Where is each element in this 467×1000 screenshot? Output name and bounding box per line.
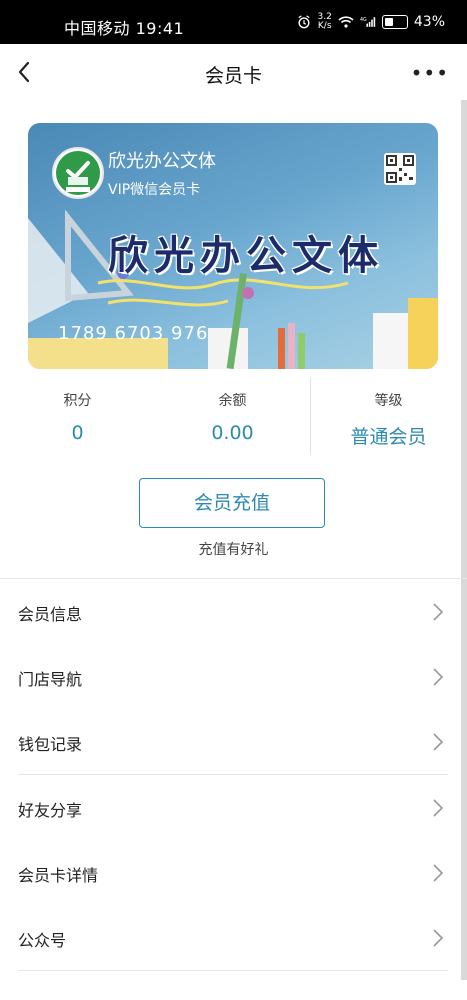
wifi-icon [338, 16, 354, 28]
member-stats: 积分 0 余额 0.00 等级 普通会员 [0, 378, 467, 458]
menu-item-label: 门店导航 [18, 670, 83, 689]
nav-bar: 会员卡 ••• [0, 44, 467, 100]
recharge-note: 充值有好礼 [198, 542, 269, 558]
card-type: VIP微信会员卡 [108, 182, 201, 198]
stat-balance-value: 0.00 [211, 422, 254, 444]
carrier-time: 中国移动 19:41 [64, 19, 185, 38]
stat-points-label: 积分 [63, 393, 92, 409]
stat-level-label: 等级 [374, 393, 403, 409]
recharge-button[interactable]: 会员充值 [139, 478, 325, 528]
chevron-right-icon [433, 929, 444, 947]
stat-points[interactable]: 积分 0 [0, 378, 155, 444]
menu-divider [18, 774, 448, 775]
battery-percent: 43% [413, 14, 445, 30]
card-number: 1789 6703 976 [58, 323, 209, 344]
chevron-right-icon [433, 864, 444, 882]
alarm-icon [297, 15, 310, 29]
card-banner-text: 欣光办公文体 [108, 232, 384, 279]
menu-item-official-account[interactable]: 公众号 [18, 906, 448, 970]
member-card[interactable]: 欣光办公文体 VIP微信会员卡 欣光办公文体 1789 6703 976 [28, 123, 438, 369]
speed-unit: K/s [317, 21, 332, 31]
page-title: 会员卡 [204, 65, 262, 87]
chevron-right-icon [433, 733, 444, 751]
status-icons: 3.2 K/s 4G 43% [296, 13, 445, 31]
menu-item-label: 会员信息 [18, 605, 83, 624]
shop-logo [52, 147, 104, 199]
menu-item-member-info[interactable]: 会员信息 [18, 580, 448, 644]
chevron-right-icon [433, 668, 444, 686]
stat-balance[interactable]: 余额 0.00 [155, 378, 310, 444]
stat-points-value: 0 [71, 422, 84, 444]
menu-item-label: 好友分享 [18, 801, 83, 820]
qr-code-icon[interactable] [384, 153, 416, 185]
chevron-right-icon [433, 799, 444, 817]
stat-balance-label: 余额 [218, 393, 247, 409]
chevron-right-icon [433, 603, 444, 621]
menu-item-store-navigation[interactable]: 门店导航 [18, 645, 448, 709]
section-divider [0, 578, 467, 579]
menu-item-card-details[interactable]: 会员卡详情 [18, 841, 448, 905]
status-bar: 中国移动 19:41 3.2 K/s 4G 43% [0, 0, 467, 44]
menu-item-label: 会员卡详情 [18, 866, 99, 885]
stat-level-value: 普通会员 [350, 426, 427, 448]
shop-name: 欣光办公文体 [108, 151, 216, 172]
network-label: 4G [360, 17, 367, 23]
menu-item-label: 公众号 [18, 931, 67, 950]
network-speed: 3.2 K/s [318, 13, 332, 31]
shop-logo-icon [56, 151, 100, 195]
battery-icon [381, 15, 408, 29]
menu-item-label: 钱包记录 [18, 735, 83, 754]
menu-item-wallet-records[interactable]: 钱包记录 [18, 710, 448, 774]
signal-icon: 4G [360, 17, 376, 27]
more-options-icon[interactable]: ••• [411, 61, 449, 85]
stat-level[interactable]: 等级 普通会员 [311, 378, 466, 449]
menu-item-share-friends[interactable]: 好友分享 [18, 776, 448, 840]
menu-divider [18, 970, 448, 971]
